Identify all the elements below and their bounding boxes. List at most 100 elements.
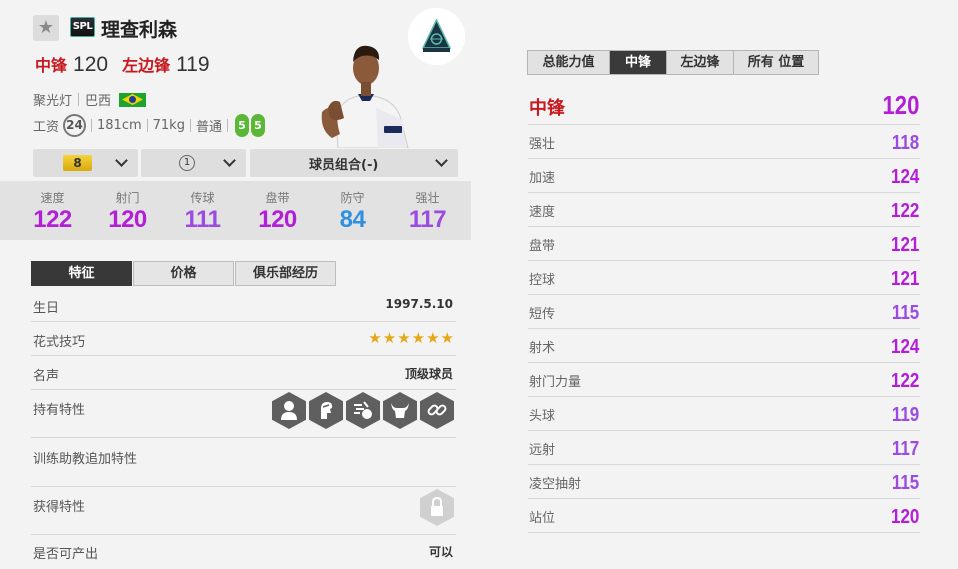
attribute-row: 短传 115 — [528, 295, 920, 329]
tab-all-positions[interactable]: 所有 位置 — [734, 51, 818, 74]
player-physical-line: 工资 24 181cm 71kg 普通 5 5 — [33, 114, 265, 137]
attribute-row: 强壮 118 — [528, 125, 920, 159]
attribute-value: 124 — [890, 336, 919, 358]
attribute-label: 站位 — [529, 511, 556, 526]
player-meta: 聚光灯 巴西 — [33, 90, 147, 109]
attribute-value: 124 — [890, 166, 919, 188]
attribute-value: 120 — [890, 506, 919, 528]
attribute-label: 凌空抽射 — [529, 477, 582, 492]
stat-value: 120 — [108, 206, 147, 233]
chevron-down-icon — [115, 154, 128, 167]
tab-striker[interactable]: 中锋 — [610, 51, 667, 74]
attribute-value: 122 — [890, 200, 919, 222]
info-row-birthday: 生日 1997.5.10 — [31, 297, 456, 322]
wage-label: 工资 — [33, 120, 60, 135]
stat-defending: 防守 84 — [315, 181, 390, 240]
attribute-label: 头球 — [529, 409, 556, 424]
attribute-label: 射术 — [529, 341, 556, 356]
chevron-down-icon — [435, 154, 448, 167]
player-name: 理查利森 — [101, 19, 178, 41]
info-label: 获得特性 — [33, 500, 86, 515]
attribute-value: 118 — [891, 132, 919, 154]
reputation-value: 顶级球员 — [404, 367, 453, 381]
combo-label: 球员组合(-) — [309, 157, 379, 173]
player-photo — [321, 45, 409, 148]
star-icon: ★ — [397, 329, 411, 347]
combo-selector[interactable]: 球员组合(-) — [250, 149, 458, 177]
trait-speed-dribbler-icon[interactable] — [346, 392, 380, 429]
position-overall-line: 中锋 120 左边锋 119 — [35, 52, 218, 77]
stat-shooting: 射门 120 — [90, 181, 165, 240]
tab-left-wing[interactable]: 左边锋 — [667, 51, 734, 74]
info-row-reputation: 名声 顶级球员 — [31, 365, 456, 390]
attribute-value: 122 — [890, 370, 919, 392]
attribute-label: 短传 — [529, 307, 556, 322]
stat-value: 120 — [258, 206, 297, 233]
info-row-traits: 持有特性 — [31, 392, 456, 438]
wage-value: 24 — [63, 114, 87, 137]
info-label: 生日 — [33, 301, 60, 316]
stat-label: 盘带 — [265, 191, 290, 205]
body-type: 普通 — [195, 120, 222, 135]
attribute-row: 远射 117 — [528, 431, 920, 465]
height: 181cm — [97, 118, 142, 133]
attribute-label: 射门力量 — [529, 375, 582, 390]
position-title-row: 中锋 120 — [528, 90, 920, 125]
right-foot-badge: 5 — [250, 114, 265, 137]
birthday-value: 1997.5.10 — [385, 297, 453, 311]
trait-player-icon[interactable] — [272, 392, 306, 429]
stat-label: 速度 — [40, 191, 65, 205]
trait-bull-icon[interactable] — [383, 392, 417, 429]
stat-value: 117 — [408, 206, 447, 233]
attribute-row: 速度 122 — [528, 193, 920, 227]
tab-traits[interactable]: 特征 — [31, 261, 132, 286]
tab-price[interactable]: 价格 — [133, 261, 234, 286]
attribute-label: 加速 — [529, 171, 556, 186]
position-tabs: 总能力值 中锋 左边锋 所有 位置 — [527, 50, 819, 75]
stat-physical: 强壮 117 — [390, 181, 465, 240]
star-icon: ★ — [411, 329, 426, 347]
primary-overall: 120 — [73, 53, 109, 76]
attribute-label: 速度 — [529, 205, 556, 220]
info-label: 名声 — [33, 369, 60, 384]
grade-selector[interactable]: 1 — [141, 149, 246, 177]
position-title: 中锋 — [529, 98, 565, 119]
star-icon: ★ — [368, 329, 382, 347]
player-nationality: 巴西 — [85, 94, 112, 109]
attribute-value: 121 — [890, 268, 919, 290]
info-tabs: 特征 价格 俱乐部经历 — [31, 261, 337, 286]
star-icon: ★ — [382, 329, 397, 347]
trait-warrior-icon[interactable] — [309, 392, 343, 429]
info-row-skill-moves: 花式技巧 ★ ★ ★ ★ ★ ★ — [31, 330, 456, 356]
tab-overall[interactable]: 总能力值 — [528, 51, 610, 74]
info-row-tradable: 是否可产出 可以 — [31, 543, 456, 565]
tab-club-history[interactable]: 俱乐部经历 — [235, 261, 336, 286]
attribute-row: 射术 124 — [528, 329, 920, 363]
lock-icon — [420, 489, 454, 526]
secondary-overall: 119 — [176, 53, 210, 76]
attribute-label: 远射 — [529, 443, 556, 458]
chevron-down-icon — [223, 154, 236, 167]
stat-value: 122 — [33, 206, 72, 233]
position-overall: 120 — [882, 90, 919, 120]
stat-dribbling: 盘带 120 — [240, 181, 315, 240]
stat-label: 传球 — [190, 191, 215, 205]
season-badge: SPL — [70, 17, 95, 37]
info-label: 花式技巧 — [33, 335, 86, 350]
primary-position: 中锋 — [35, 56, 68, 75]
info-row-trainer-traits: 训练助教追加特性 — [31, 448, 456, 487]
attribute-value: 119 — [891, 404, 919, 426]
stat-value: 84 — [339, 206, 366, 233]
attribute-label: 盘带 — [529, 239, 556, 254]
trait-chain-icon[interactable] — [420, 392, 454, 429]
secondary-position: 左边锋 — [122, 56, 171, 75]
skill-stars: ★ ★ ★ ★ ★ ★ — [368, 330, 454, 346]
weight: 71kg — [152, 118, 185, 133]
favorite-star-button[interactable]: ★ — [33, 15, 59, 41]
star-icon: ★ — [426, 329, 440, 347]
level-selector[interactable]: 8 — [33, 149, 138, 177]
stat-passing: 传球 111 — [165, 181, 240, 240]
attribute-row: 站位 120 — [528, 499, 920, 533]
attribute-label: 控球 — [529, 273, 556, 288]
attribute-value: 117 — [891, 438, 919, 460]
